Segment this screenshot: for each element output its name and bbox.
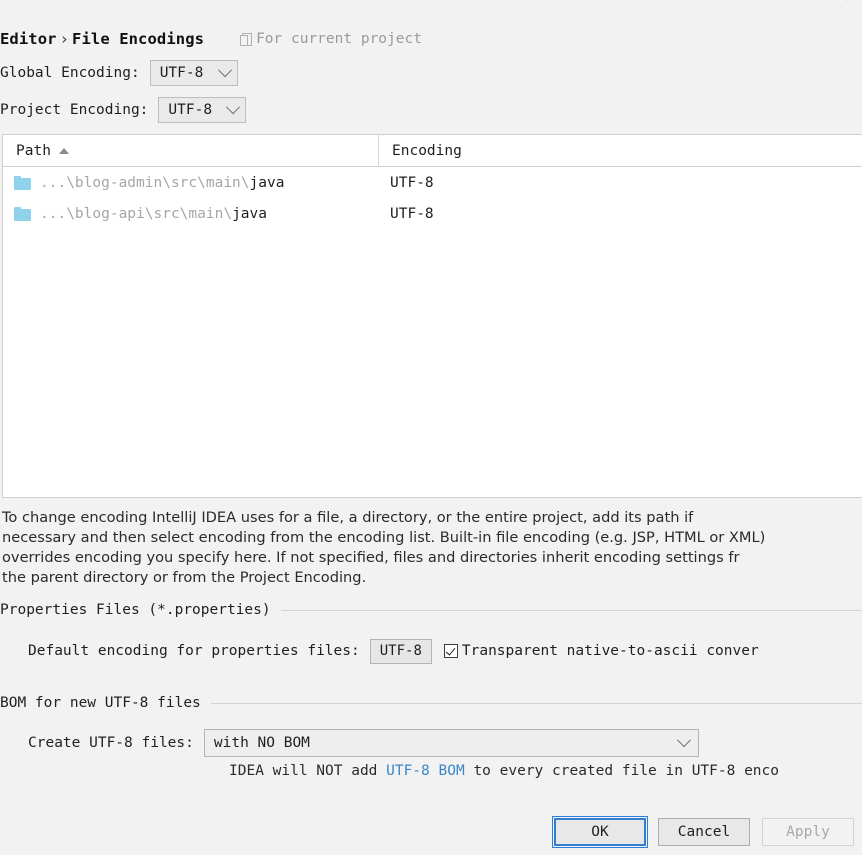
column-header-encoding-label: Encoding [392, 142, 462, 159]
path-prefix: ...\blog-admin\src\main\ [40, 174, 250, 191]
breadcrumb: Editor › File Encodings [0, 30, 204, 48]
properties-section-title: Properties Files (*.properties) [0, 602, 271, 618]
properties-section-header: Properties Files (*.properties) [0, 602, 862, 618]
bom-create-value: with NO BOM [213, 735, 310, 751]
bom-create-label: Create UTF-8 files: [28, 735, 194, 751]
file-encodings-dialog: × Editor›File Encodings For current proj… [0, 0, 862, 855]
project-encoding-select[interactable]: UTF-8 [158, 97, 247, 123]
chevron-down-icon [676, 733, 691, 748]
sort-ascending-icon [58, 147, 69, 154]
folder-icon [14, 175, 31, 190]
bom-section-title: BOM for new UTF-8 files [0, 695, 201, 711]
path-prefix: ...\blog-api\src\main\ [40, 205, 233, 222]
breadcrumb-parent[interactable]: Editor [0, 30, 57, 48]
apply-button: Apply [762, 818, 854, 846]
divider [280, 609, 862, 611]
cell-encoding[interactable]: UTF-8 [379, 206, 862, 222]
table-row[interactable]: ...\blog-admin\src\main\ java UTF-8 [3, 167, 862, 198]
dialog-header: Editor › File Encodings For current projec… [0, 26, 422, 52]
column-header-path-label: Path [16, 142, 51, 159]
checkbox-check-icon [443, 644, 458, 658]
cancel-button[interactable]: Cancel [658, 818, 750, 846]
table-header: Path Encoding [3, 135, 862, 167]
ok-button[interactable]: OK [552, 816, 648, 848]
scope-note: For current project [240, 31, 422, 47]
transparent-native-to-ascii-label: Transparent native-to-ascii conver [461, 643, 759, 659]
scope-note-label: For current project [256, 31, 422, 47]
bom-create-row: Create UTF-8 files: with NO BOM [28, 729, 699, 757]
global-encoding-row: Global Encoding: UTF-8 [0, 60, 238, 86]
chevron-down-icon [217, 63, 232, 78]
bom-create-select[interactable]: with NO BOM [203, 729, 699, 757]
copy-icon [240, 32, 253, 46]
description-text: To change encoding IntelliJ IDEA uses fo… [2, 509, 766, 586]
properties-encoding-row: Default encoding for properties files: U… [28, 638, 759, 664]
bom-note: IDEA will NOT add UTF-8 BOM to every cre… [229, 763, 779, 779]
global-encoding-value: UTF-8 [159, 65, 204, 81]
encodings-table: Path Encoding ...\blog-admin\src\main\ ja… [2, 134, 862, 498]
cell-encoding[interactable]: UTF-8 [379, 175, 862, 191]
table-row[interactable]: ...\blog-api\src\main\ java UTF-8 [3, 198, 862, 229]
column-header-encoding[interactable]: Encoding [379, 135, 862, 166]
breadcrumb-current: File Encodings [72, 30, 205, 48]
path-name: java [249, 174, 285, 191]
bom-note-prefix: IDEA will NOT add [229, 763, 387, 779]
folder-icon [14, 206, 31, 221]
bom-section-header: BOM for new UTF-8 files [0, 695, 862, 711]
project-encoding-row: Project Encoding: UTF-8 [0, 97, 247, 123]
bom-note-link[interactable]: UTF-8 BOM [386, 763, 465, 779]
global-encoding-label: Global Encoding: [0, 65, 140, 81]
properties-encoding-button[interactable]: UTF-8 [369, 638, 432, 664]
properties-encoding-label: Default encoding for properties files: [28, 643, 360, 659]
close-icon[interactable]: × [831, 0, 853, 6]
transparent-native-to-ascii-checkbox[interactable]: Transparent native-to-ascii conver [443, 643, 759, 659]
cell-path: ...\blog-api\src\main\ java [3, 206, 379, 222]
bom-note-suffix: to every created file in UTF-8 enco [464, 763, 779, 779]
global-encoding-select[interactable]: UTF-8 [149, 60, 238, 86]
divider [210, 702, 862, 704]
breadcrumb-separator: › [59, 30, 70, 48]
dialog-footer: OK Cancel Apply [0, 809, 862, 855]
column-header-path[interactable]: Path [3, 135, 379, 166]
project-encoding-label: Project Encoding: [0, 102, 149, 118]
chevron-down-icon [226, 100, 241, 115]
project-encoding-value: UTF-8 [168, 102, 213, 118]
path-name: java [232, 205, 267, 222]
cell-path: ...\blog-admin\src\main\ java [3, 175, 379, 191]
